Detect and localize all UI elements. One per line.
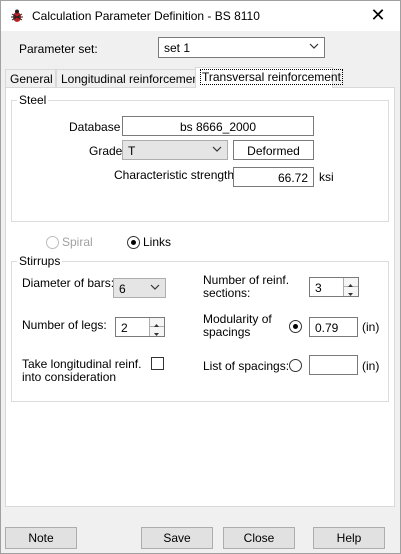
modularity-field[interactable]: 0.79 — [309, 317, 358, 337]
note-button[interactable]: Note — [5, 527, 77, 549]
parameter-set-select[interactable]: set 1 — [158, 37, 325, 58]
database-label: Database — [69, 120, 121, 134]
close-button[interactable]: Close — [223, 527, 295, 549]
grade-value: T — [128, 144, 136, 158]
modularity-label-1: Modularity of — [203, 312, 272, 326]
modularity-radio[interactable] — [289, 320, 302, 333]
strength-unit: ksi — [319, 170, 334, 184]
legs-label: Number of legs: — [22, 318, 107, 332]
take-long-label-2: into consideration — [22, 370, 117, 384]
grade-type-value: Deformed — [247, 144, 300, 158]
tab-longitudinal-reinforcement[interactable]: Longitudinal reinforcement — [56, 69, 202, 87]
spin-up-icon[interactable] — [343, 278, 358, 287]
modularity-label-2: spacings — [203, 325, 251, 339]
tab-transversal-reinforcement[interactable]: Transversal reinforcement — [195, 67, 343, 88]
take-long-label-1: Take longitudinal reinf. — [22, 357, 142, 371]
links-radio[interactable] — [127, 236, 140, 249]
list-of-spacings-label: List of spacings: — [203, 359, 290, 373]
spin-down-icon[interactable] — [149, 327, 164, 336]
grade-label: Grade — [89, 144, 123, 158]
modularity-value: 0.79 — [315, 321, 339, 335]
parameter-set-label: Parameter set: — [19, 42, 98, 56]
spin-up-icon[interactable] — [149, 318, 164, 327]
spiral-label: Spiral — [62, 235, 93, 249]
legs-value: 2 — [121, 321, 128, 335]
stirrups-group: Stirrups Diameter of bars: 6 Number of l… — [11, 254, 389, 402]
sections-value: 3 — [315, 281, 322, 295]
chevron-down-icon — [150, 284, 160, 290]
save-button[interactable]: Save — [141, 527, 213, 549]
database-field[interactable]: bs 8666_2000 — [122, 116, 314, 136]
list-of-spacings-radio[interactable] — [289, 359, 302, 372]
bug-icon — [11, 9, 23, 22]
tab-panel: Steel Database bs 8666_2000 Grade T Defo… — [5, 87, 395, 507]
diameter-label: Diameter of bars: — [22, 276, 115, 290]
sections-label-1: Number of reinf. — [203, 273, 290, 287]
chevron-down-icon — [309, 43, 319, 49]
grade-select[interactable]: T — [122, 140, 228, 160]
database-value: bs 8666_2000 — [179, 120, 257, 134]
radio-selected-dot — [293, 324, 298, 329]
chevron-down-icon — [212, 146, 222, 152]
diameter-value: 6 — [119, 282, 126, 296]
links-label: Links — [143, 235, 172, 249]
legs-stepper[interactable]: 2 — [115, 317, 165, 337]
legs-stepper-buttons — [149, 318, 164, 336]
help-button[interactable]: Help — [313, 527, 385, 549]
steel-group: Steel Database bs 8666_2000 Grade T Defo… — [11, 93, 389, 222]
spiral-radio[interactable] — [46, 236, 59, 249]
modularity-unit: (in) — [362, 320, 380, 334]
tab-general[interactable]: General — [5, 69, 56, 87]
spin-down-icon[interactable] — [343, 287, 358, 296]
steel-caption: Steel — [17, 93, 49, 107]
close-icon[interactable]: ✕ — [356, 1, 400, 31]
radio-selected-dot — [131, 240, 136, 245]
sections-label-2: sections: — [203, 286, 251, 300]
list-of-spacings-unit: (in) — [362, 359, 380, 373]
strength-field[interactable]: 66.72 — [233, 167, 314, 187]
take-long-checkbox[interactable] — [151, 357, 164, 370]
window-title: Calculation Parameter Definition - BS 81… — [32, 9, 260, 23]
tab-general-label: General — [10, 72, 53, 86]
tab-longitudinal-label: Longitudinal reinforcement — [61, 72, 203, 86]
strength-value: 66.72 — [277, 171, 308, 185]
parameter-set-value: set 1 — [164, 41, 191, 55]
title-bar: Calculation Parameter Definition - BS 81… — [1, 1, 400, 31]
sections-stepper[interactable]: 3 — [309, 277, 359, 297]
sections-stepper-buttons — [343, 278, 358, 296]
tab-transversal-label: Transversal reinforcement — [200, 69, 343, 85]
grade-type-field: Deformed — [233, 140, 314, 160]
stirrups-caption: Stirrups — [17, 254, 63, 268]
diameter-select[interactable]: 6 — [113, 278, 166, 298]
strength-label: Characteristic strength — [114, 168, 235, 182]
dialog-window: Calculation Parameter Definition - BS 81… — [0, 0, 401, 554]
list-of-spacings-field[interactable] — [309, 355, 358, 375]
